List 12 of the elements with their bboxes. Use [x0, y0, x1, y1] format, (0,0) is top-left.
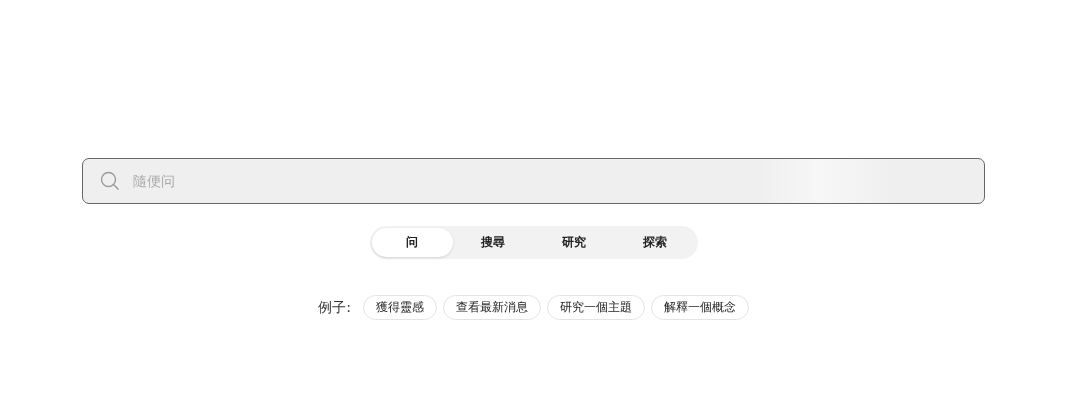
mode-tab[interactable]: 问 — [371, 228, 453, 257]
example-chip[interactable]: 解釋一個概念 — [650, 295, 749, 320]
search-bar[interactable]: 隨便问 — [82, 158, 985, 204]
examples-label: 例子: — [318, 298, 351, 317]
mode-tab[interactable]: 探索 — [614, 228, 696, 257]
search-icon — [100, 171, 120, 191]
mode-tab[interactable]: 搜尋 — [452, 228, 534, 257]
example-chip[interactable]: 查看最新消息 — [442, 295, 541, 320]
example-chip[interactable]: 研究一個主題 — [546, 295, 645, 320]
mode-tab[interactable]: 研究 — [533, 228, 615, 257]
search-field[interactable]: 隨便问 — [131, 172, 984, 190]
example-chip[interactable]: 獲得靈感 — [362, 295, 437, 320]
